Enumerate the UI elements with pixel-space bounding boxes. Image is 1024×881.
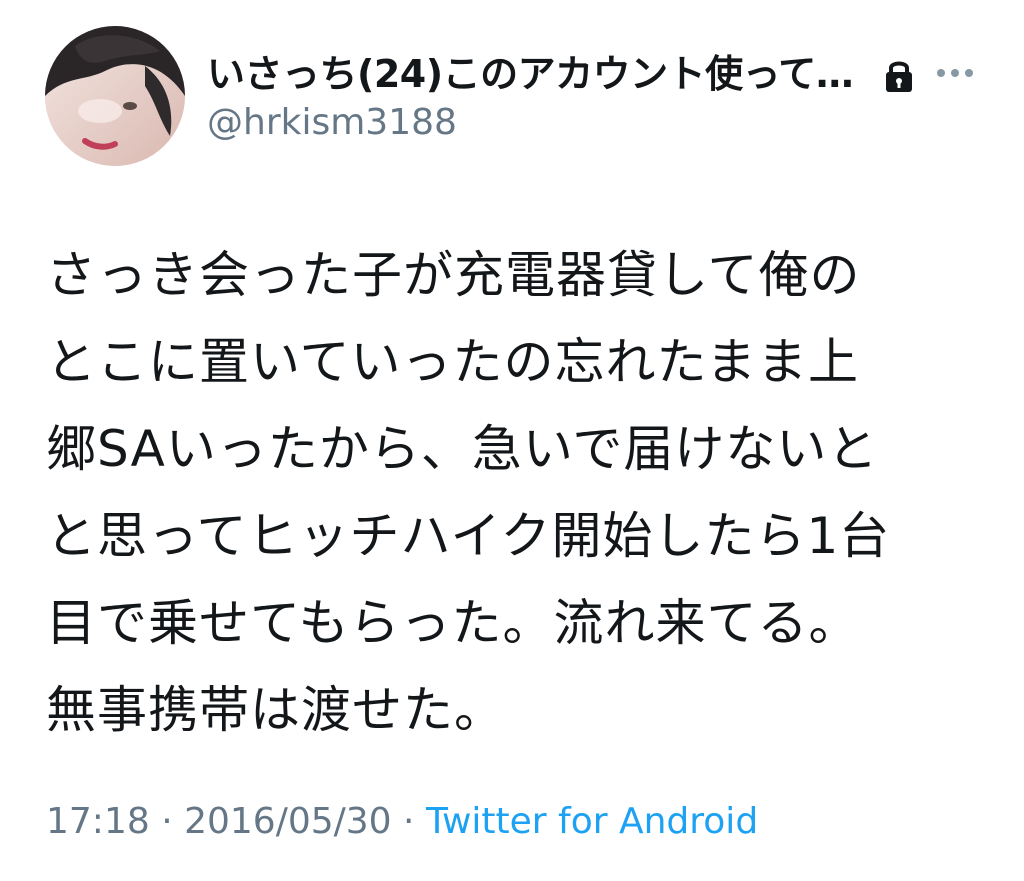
tweet-text: さっき会った子が充電器貸して俺の とこに置いていったの忘れたまま上 郷SAいった…: [46, 232, 986, 754]
tweet-metadata: 17:18 · 2016/05/30 · Twitter for Android: [46, 798, 758, 846]
display-name[interactable]: いさっち(24)このアカウント使って…: [207, 50, 854, 98]
tweet-date: 2016/05/30: [184, 801, 392, 842]
tweet-source-link[interactable]: Twitter for Android: [426, 801, 758, 842]
tweet-card: いさっち(24)このアカウント使って… @hrkism3188 さっき会った子が…: [0, 0, 1024, 881]
tweet-time: 17:18: [46, 801, 150, 842]
tweet-text-line: 無事携帯は渡せた。: [46, 681, 505, 739]
tweet-text-line: と思ってヒッチハイク開始したら1台: [46, 507, 891, 565]
tweet-text-line: とこに置いていったの忘れたまま上: [46, 333, 859, 391]
tweet-text-line: 郷SAいったから、急いで届けないと: [46, 420, 879, 478]
user-handle[interactable]: @hrkism3188: [207, 100, 457, 146]
lock-icon: [886, 61, 912, 92]
avatar-image: [45, 26, 185, 166]
separator-dot: ·: [391, 801, 426, 842]
more-horizontal-icon[interactable]: [935, 66, 975, 80]
tweet-text-line: 目で乗せてもらった。流れ来てる。: [46, 594, 860, 652]
tweet-text-line: さっき会った子が充電器貸して俺の: [46, 246, 861, 304]
separator-dot: ·: [149, 801, 185, 842]
avatar[interactable]: [45, 26, 185, 166]
